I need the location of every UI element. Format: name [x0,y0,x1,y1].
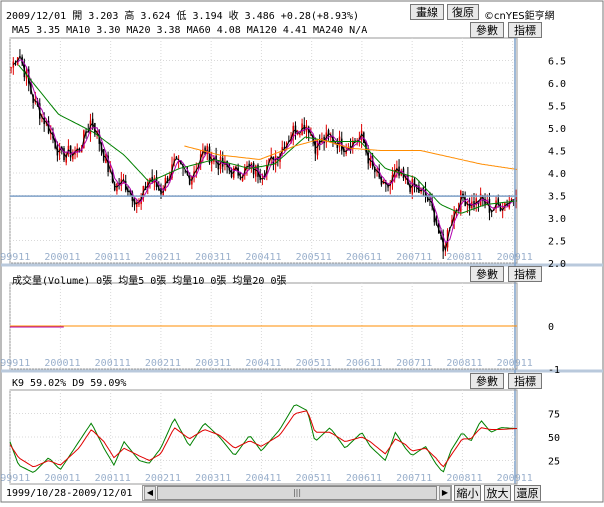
ma-info: MA5 3.35 MA10 3.30 MA20 3.38 MA60 4.08 M… [12,25,368,36]
scroll-right-button[interactable]: ▶ [439,486,451,500]
price-xtick-label: 200611 [346,252,382,263]
volume-xtick-label: 200511 [296,358,332,369]
kd-xtick-label: 199911 [0,473,30,484]
kd-xtick-label: 200411 [245,473,281,484]
volume-indicator-button[interactable]: 指標 [508,266,542,282]
candle-body [14,63,17,65]
volume-xtick-label: 200411 [245,358,281,369]
price-ytick-label: 2.5 [548,237,566,248]
price-ytick-label: 6.0 [548,79,566,90]
kd-xtick-label: 200011 [44,473,80,484]
volume-xtick-label: 200311 [195,358,231,369]
kd-xtick-label: 200611 [346,473,382,484]
ma20-line [18,64,518,214]
price-ytick-label: 2.0 [548,259,566,270]
kd-info: K9 59.02% D9 59.09% [12,378,127,389]
price-params-button[interactable]: 參數 [470,22,504,38]
price-xtick-label: 200811 [446,252,482,263]
price-ytick-label: 4.5 [548,147,566,158]
price-xtick-label: 200711 [396,252,432,263]
restore-button[interactable]: 復原 [447,4,479,20]
price-xtick-label: 200111 [95,252,131,263]
price-xtick-label: 200211 [145,252,181,263]
price-ytick-label: 5.5 [548,102,566,113]
volume-xtick-label: 200011 [44,358,80,369]
volume-params-button[interactable]: 參數 [470,266,504,282]
stock-chart-window: 2.0 2.5 3.0 3.5 4.0 4.5 5.0 5.5 6.0 6.5 199911 2000… [0,0,604,503]
kd-ytick-label: 50 [548,433,560,444]
date-range: 1999/10/28-2009/12/01 [6,488,133,499]
volume-xtick-label: 199911 [0,358,30,369]
ma10-line [17,59,517,244]
shrink-button[interactable]: 縮小 [454,485,481,501]
kd-ytick-label: 75 [548,410,560,421]
scroll-left-button[interactable]: ◀ [144,486,156,500]
volume-xtick-label: 200811 [446,358,482,369]
price-xtick-label: 200011 [44,252,80,263]
volume-xtick-label: 200711 [396,358,432,369]
price-xtick-label: 200411 [245,252,281,263]
price-xtick-label: 199911 [0,252,30,263]
kd-xtick-label: 200911 [497,473,533,484]
kd-ytick-label: 25 [548,457,560,468]
price-ytick-label: 3.0 [548,214,566,225]
kd-xtick-label: 200311 [195,473,231,484]
price-ytick-label: 5.0 [548,124,566,135]
ma5-line [12,56,517,253]
price-ytick-label: 3.5 [548,192,566,203]
volume-xtick-label: 200211 [145,358,181,369]
candle-body [239,177,242,179]
kd-xtick-label: 200511 [296,473,332,484]
kd-xtick-label: 200211 [145,473,181,484]
volume-ytick-label: 0 [548,322,554,333]
k9-line [9,404,518,473]
volume-xtick-label: 200611 [346,358,382,369]
price-info: 2009/12/01 開 3.203 高 3.624 低 3.194 收 3.4… [6,11,360,22]
kd-params-button[interactable]: 參數 [470,373,504,389]
time-scrollbar[interactable]: ◀ ||| ▶ [142,485,452,501]
candle-body [299,134,301,136]
draw-line-button[interactable]: 畫線 [410,4,444,20]
copyright-text: ©cnYES鉅亨網 [484,11,555,22]
kd-xtick-label: 200711 [396,473,432,484]
kd-xtick-label: 200111 [95,473,131,484]
kd-xtick-label: 200811 [446,473,482,484]
d9-line [9,410,518,468]
price-xtick-label: 200511 [296,252,332,263]
price-ytick-label: 6.5 [548,57,566,68]
volume-xtick-label: 200111 [95,358,131,369]
reset-button[interactable]: 還原 [514,485,541,501]
scroll-thumb[interactable]: ||| [157,486,437,500]
volume-info: 成交量(Volume) 0張 均量5 0張 均量10 0張 均量20 0張 [12,276,287,287]
zoom-button[interactable]: 放大 [484,485,511,501]
price-ytick-label: 4.0 [548,169,566,180]
chart-canvas: 2.0 2.5 3.0 3.5 4.0 4.5 5.0 5.5 6.0 6.5 199911 2000… [0,0,604,503]
volume-xtick-label: 200911 [497,358,533,369]
price-indicator-button[interactable]: 指標 [508,22,542,38]
volume-ytick-label: -1 [548,365,560,376]
candle-body [10,67,12,69]
price-xtick-label: 200311 [195,252,231,263]
kd-indicator-button[interactable]: 指標 [508,373,542,389]
